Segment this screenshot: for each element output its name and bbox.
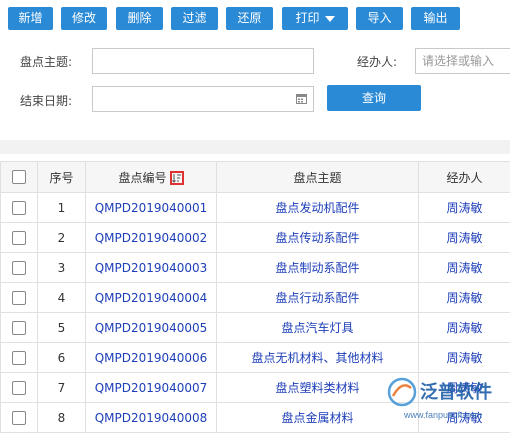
handler-label: 经办人: <box>357 53 397 70</box>
row-checkbox[interactable] <box>12 411 26 425</box>
export-button[interactable]: 输出 <box>411 7 460 30</box>
row-index: 5 <box>38 313 86 343</box>
header-subject: 盘点主题 <box>217 162 419 193</box>
chevron-down-icon <box>325 16 335 22</box>
delete-button[interactable]: 删除 <box>116 7 163 30</box>
print-button[interactable]: 打印 <box>282 7 348 30</box>
row-index: 2 <box>38 223 86 253</box>
row-index: 1 <box>38 193 86 223</box>
row-code-link[interactable]: QMPD2019040004 <box>86 283 217 313</box>
header-handler: 经办人 <box>419 162 510 193</box>
row-handler[interactable]: 周涛敏 <box>419 193 510 223</box>
row-checkbox[interactable] <box>12 321 26 335</box>
toolbar: 新增 修改 删除 过滤 还原 打印 导入 输出 <box>0 0 510 36</box>
row-handler[interactable]: 周涛敏 <box>419 283 510 313</box>
row-index: 4 <box>38 283 86 313</box>
import-button[interactable]: 导入 <box>356 7 403 30</box>
select-all-checkbox[interactable] <box>12 170 26 184</box>
row-index: 6 <box>38 343 86 373</box>
row-index: 7 <box>38 373 86 403</box>
row-subject[interactable]: 盘点发动机配件 <box>217 193 419 223</box>
row-code-link[interactable]: QMPD2019040001 <box>86 193 217 223</box>
row-checkbox[interactable] <box>12 291 26 305</box>
row-checkbox[interactable] <box>12 201 26 215</box>
header-code[interactable]: 盘点编号 <box>86 162 217 193</box>
row-subject[interactable]: 盘点制动系配件 <box>217 253 419 283</box>
print-label: 打印 <box>295 11 319 25</box>
row-subject[interactable]: 盘点汽车灯具 <box>217 313 419 343</box>
table-row[interactable]: 2 QMPD2019040002 盘点传动系配件 周涛敏 <box>1 223 510 253</box>
header-index: 序号 <box>38 162 86 193</box>
row-index: 8 <box>38 403 86 433</box>
row-handler[interactable]: 周涛敏 <box>419 223 510 253</box>
watermark-brand: 泛普软件 <box>420 381 492 402</box>
row-handler[interactable]: 周涛敏 <box>419 253 510 283</box>
filter-button[interactable]: 过滤 <box>171 7 218 30</box>
row-checkbox[interactable] <box>12 381 26 395</box>
restore-button[interactable]: 还原 <box>226 7 273 30</box>
table-row[interactable]: 3 QMPD2019040003 盘点制动系配件 周涛敏 <box>1 253 510 283</box>
row-checkbox[interactable] <box>12 231 26 245</box>
subject-label: 盘点主题: <box>20 53 72 70</box>
end-date-label: 结束日期: <box>20 92 72 109</box>
row-subject[interactable]: 盘点无机材料、其他材料 <box>217 343 419 373</box>
section-divider <box>0 140 510 154</box>
row-checkbox[interactable] <box>12 351 26 365</box>
row-subject[interactable]: 盘点行动系配件 <box>217 283 419 313</box>
table-row[interactable]: 6 QMPD2019040006 盘点无机材料、其他材料 周涛敏 <box>1 343 510 373</box>
table-row[interactable]: 4 QMPD2019040004 盘点行动系配件 周涛敏 <box>1 283 510 313</box>
add-button[interactable]: 新增 <box>8 7 53 30</box>
table-header-row: 序号 盘点编号 盘点主题 经办人 <box>1 162 510 193</box>
row-code-link[interactable]: QMPD2019040006 <box>86 343 217 373</box>
edit-button[interactable]: 修改 <box>61 7 107 30</box>
handler-input[interactable]: 请选择或输入 <box>415 48 510 74</box>
subject-input[interactable] <box>92 48 314 74</box>
row-handler[interactable]: 周涛敏 <box>419 313 510 343</box>
row-checkbox[interactable] <box>12 261 26 275</box>
table-row[interactable]: 5 QMPD2019040005 盘点汽车灯具 周涛敏 <box>1 313 510 343</box>
row-index: 3 <box>38 253 86 283</box>
row-code-link[interactable]: QMPD2019040008 <box>86 403 217 433</box>
watermark-logo: 泛普软件 www.fanpusoft.com <box>382 374 510 424</box>
row-code-link[interactable]: QMPD2019040003 <box>86 253 217 283</box>
row-code-link[interactable]: QMPD2019040007 <box>86 373 217 403</box>
query-button[interactable]: 查询 <box>327 85 421 111</box>
table-row[interactable]: 1 QMPD2019040001 盘点发动机配件 周涛敏 <box>1 193 510 223</box>
row-code-link[interactable]: QMPD2019040005 <box>86 313 217 343</box>
row-handler[interactable]: 周涛敏 <box>419 343 510 373</box>
calendar-icon[interactable] <box>296 93 307 104</box>
sort-icon[interactable] <box>170 171 184 185</box>
end-date-input[interactable] <box>92 86 314 112</box>
header-code-label: 盘点编号 <box>118 171 166 185</box>
select-all-cell[interactable] <box>1 162 38 193</box>
row-subject[interactable]: 盘点传动系配件 <box>217 223 419 253</box>
watermark-url: www.fanpusoft.com <box>403 410 482 420</box>
row-code-link[interactable]: QMPD2019040002 <box>86 223 217 253</box>
